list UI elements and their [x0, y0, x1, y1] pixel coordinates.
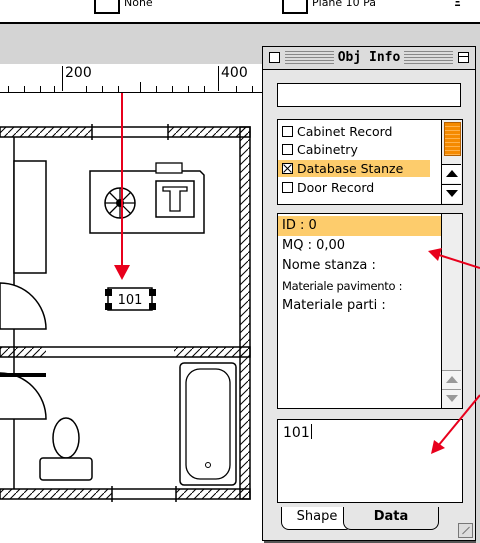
toolbar-icon[interactable]: Ξ [454, 0, 461, 9]
window-background [476, 46, 480, 543]
arrow-up-icon [446, 170, 458, 177]
scroll-thumb[interactable] [444, 122, 461, 156]
record-list[interactable]: Cabinet Record Cabinetry Database Stanze… [277, 119, 463, 205]
scroll-up-button[interactable] [442, 370, 461, 389]
text-caret [310, 424, 312, 439]
palette-title-bar[interactable]: Obj Info [263, 47, 475, 70]
list-item-selected[interactable]: Database Stanze [278, 160, 430, 177]
field-list[interactable]: ID : 0 MQ : 0,00 Nome stanza : Materiale… [277, 213, 463, 409]
field-row[interactable]: Materiale parti : [278, 296, 446, 316]
scroll-down-button[interactable] [442, 184, 461, 203]
ruler-label: 400 [221, 65, 248, 81]
ruler-label: 200 [65, 65, 92, 81]
zoom-box-icon[interactable] [458, 52, 469, 63]
list-item[interactable]: Cabinet Record [278, 123, 430, 140]
scroll-down-button[interactable] [442, 389, 461, 408]
resize-grip-icon[interactable] [458, 523, 473, 538]
toolbar-item-2[interactable]: Plane 10 Pa [312, 0, 376, 9]
door-swing [0, 372, 47, 420]
field-list-scrollbar[interactable] [441, 214, 462, 408]
field-row[interactable]: Nome stanza : [278, 256, 446, 276]
record-list-scrollbar[interactable] [441, 120, 462, 204]
field-row[interactable]: MQ : 0,00 [278, 236, 446, 256]
toolbar-checkbox[interactable] [282, 0, 308, 14]
value-field[interactable]: 101 [277, 419, 463, 503]
field-row[interactable]: Materiale pavimento : [278, 276, 446, 296]
arrow-up-icon [446, 376, 458, 383]
checkbox[interactable] [282, 144, 293, 155]
floor-plan-drawing[interactable]: 101 [0, 93, 262, 543]
palette-title: Obj Info [333, 50, 405, 65]
wall-right [239, 126, 251, 500]
arrow-down-icon [446, 190, 458, 197]
toolbar-item-1[interactable]: None [124, 0, 153, 9]
list-item[interactable]: Door Record [278, 179, 430, 196]
room-id-text: 101 [118, 293, 143, 308]
value-text: 101 [283, 425, 310, 441]
palette-tabs: Shape Data [277, 507, 467, 535]
field-row-selected[interactable]: ID : 0 [278, 216, 446, 236]
tab-data[interactable]: Data [343, 507, 439, 530]
checkbox[interactable] [282, 126, 293, 137]
toolbar-strip: None Plane 10 Pa Ξ [0, 0, 480, 24]
horizontal-ruler: 200 400 [0, 64, 262, 93]
name-field[interactable] [277, 83, 461, 107]
list-item[interactable]: Cabinetry [278, 141, 430, 158]
door-swing [0, 282, 47, 330]
toilet [52, 417, 80, 459]
checkbox-checked[interactable] [282, 163, 293, 174]
arrow-down-icon [446, 395, 458, 402]
wardrobe [13, 160, 47, 274]
obj-info-palette: Obj Info Cabinet Record Cabinetry Databa… [262, 46, 476, 541]
toolbar-checkbox[interactable] [94, 0, 120, 14]
scroll-up-button[interactable] [442, 164, 461, 183]
checkbox[interactable] [282, 182, 293, 193]
